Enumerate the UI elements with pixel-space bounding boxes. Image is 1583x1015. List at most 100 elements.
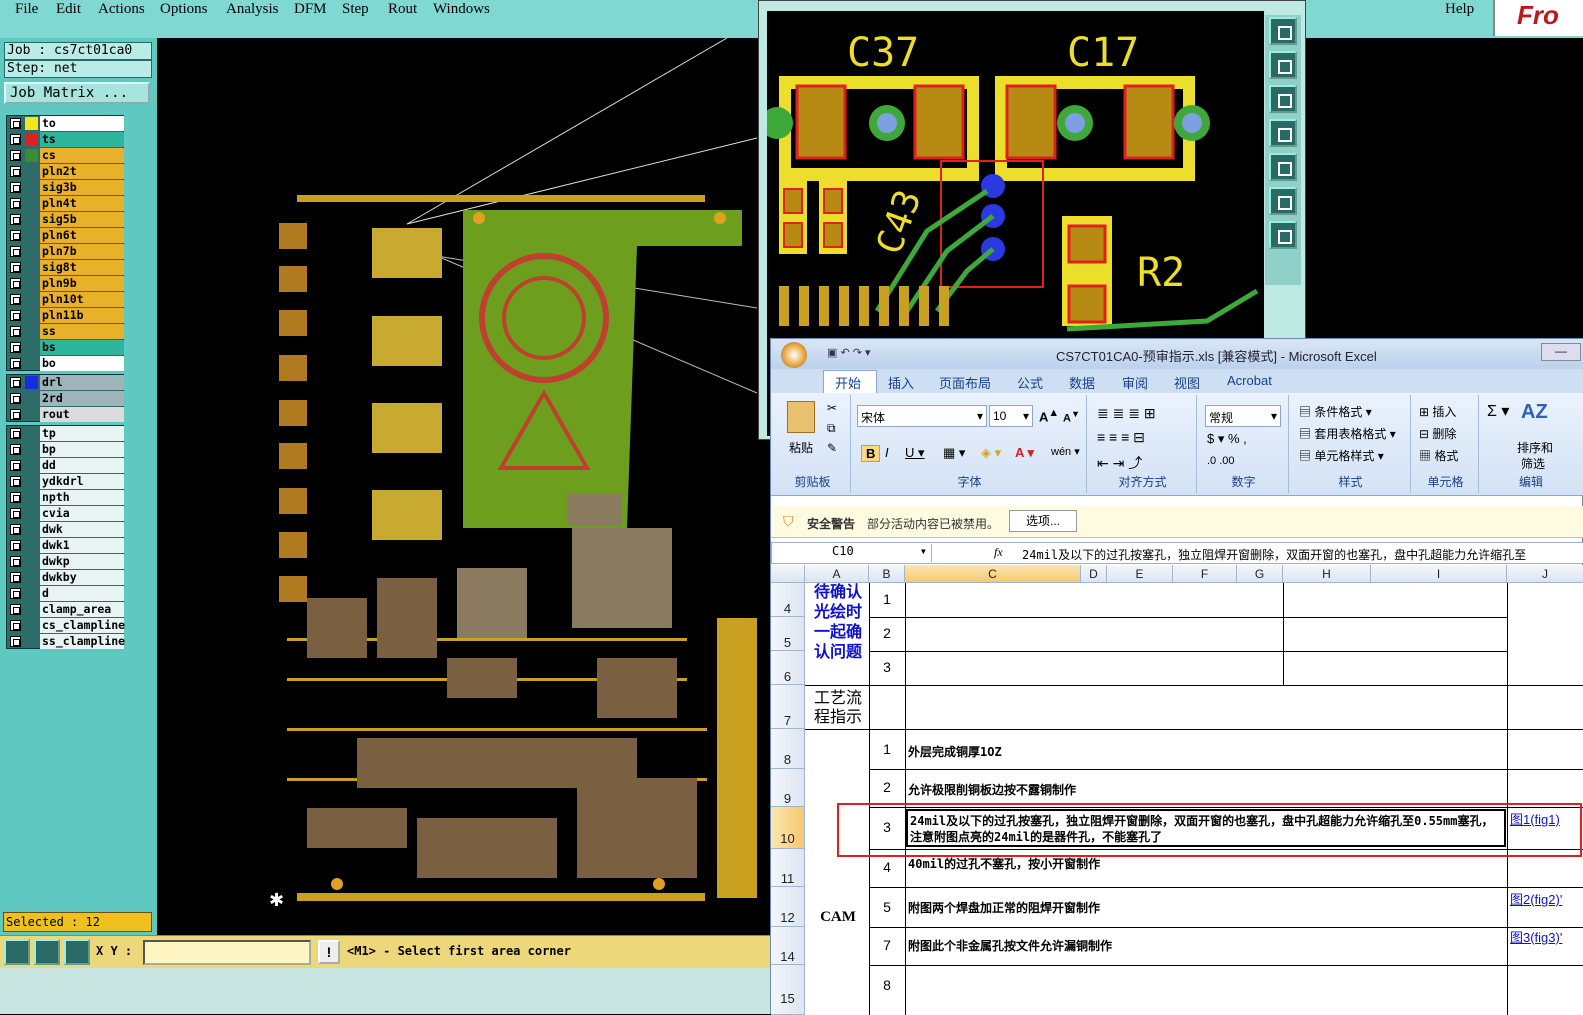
link-fig2[interactable]: 图2(fig2)' xyxy=(1510,891,1582,908)
layer-row-rout[interactable]: rout xyxy=(7,407,125,422)
layer-color-swatch[interactable] xyxy=(25,619,38,632)
cell-b14[interactable]: 7 xyxy=(869,937,905,953)
layer-color-swatch[interactable] xyxy=(25,443,38,456)
layer-name[interactable]: dwk xyxy=(40,522,124,537)
paste-label[interactable]: 粘贴 xyxy=(789,439,813,456)
layer-checkbox[interactable] xyxy=(10,393,21,404)
layer-checkbox[interactable] xyxy=(10,182,21,193)
layer-name[interactable]: drl xyxy=(40,375,124,390)
cell-c9[interactable]: 允许极限削铜板边按不露铜制作 xyxy=(908,781,1076,798)
layer-name[interactable]: pln6t xyxy=(40,228,124,243)
copy-icon[interactable]: ⧉ xyxy=(827,421,836,436)
column-header-c[interactable]: C xyxy=(905,565,1081,583)
tab-formulas[interactable]: 公式 xyxy=(1017,373,1043,392)
row-header-5[interactable]: 5 xyxy=(771,617,805,651)
menu-actions[interactable]: Actions xyxy=(98,1,145,18)
currency-icon[interactable]: $ ▾ % , xyxy=(1207,431,1247,447)
tab-page-layout[interactable]: 页面布局 xyxy=(939,373,991,392)
layer-color-swatch[interactable] xyxy=(25,165,38,178)
grow-font-icon[interactable]: A▲ xyxy=(1039,407,1059,424)
layer-name[interactable]: pln7b xyxy=(40,244,124,259)
layer-checkbox[interactable] xyxy=(10,572,21,583)
layer-checkbox[interactable] xyxy=(10,428,21,439)
xy-input[interactable] xyxy=(143,940,311,965)
cut-icon[interactable]: ✂ xyxy=(827,401,837,415)
layer-checkbox[interactable] xyxy=(10,166,21,177)
layer-row-bp[interactable]: bp xyxy=(7,442,125,457)
layer-name[interactable]: tp xyxy=(40,426,124,441)
layer-row-cvia[interactable]: cvia xyxy=(7,506,125,521)
font-name-select[interactable]: 宋体 ▾ xyxy=(857,405,987,427)
layer-row-clamp_area[interactable]: clamp_area xyxy=(7,602,125,617)
layer-color-swatch[interactable] xyxy=(25,117,38,130)
column-header-g[interactable]: G xyxy=(1237,565,1283,583)
italic-button[interactable]: I xyxy=(885,445,889,460)
layer-checkbox[interactable] xyxy=(10,492,21,503)
column-header-e[interactable]: E xyxy=(1107,565,1173,583)
layer-row-pln4t[interactable]: pln4t xyxy=(7,196,125,211)
layer-name[interactable]: sig8t xyxy=(40,260,124,275)
layer-color-swatch[interactable] xyxy=(25,475,38,488)
layer-checkbox[interactable] xyxy=(10,358,21,369)
menu-file[interactable]: File xyxy=(15,1,38,18)
layer-row-2rd[interactable]: 2rd xyxy=(7,391,125,406)
layer-row-pln11b[interactable]: pln11b xyxy=(7,308,125,323)
sum-icon[interactable]: Σ ▾ xyxy=(1487,401,1509,421)
zoom-area-icon[interactable] xyxy=(4,939,30,965)
align-top-icon[interactable]: ≣ ≣ ≣ ⊞ xyxy=(1097,405,1156,422)
layer-color-swatch[interactable] xyxy=(25,459,38,472)
job-matrix-button[interactable]: Job Matrix ... xyxy=(4,82,150,104)
row-header-9[interactable]: 9 xyxy=(771,769,805,807)
layer-name[interactable]: ts xyxy=(40,132,124,147)
bold-button[interactable]: B xyxy=(861,445,881,462)
layer-name[interactable]: d xyxy=(40,586,124,601)
layer-color-swatch[interactable] xyxy=(25,341,38,354)
number-format-select[interactable]: 常规 ▾ xyxy=(1205,405,1281,427)
layer-name[interactable]: pln9b xyxy=(40,276,124,291)
layer-color-swatch[interactable] xyxy=(25,357,38,370)
column-header-d[interactable]: D xyxy=(1081,565,1107,583)
layer-color-swatch[interactable] xyxy=(25,555,38,568)
layer-checkbox[interactable] xyxy=(10,310,21,321)
layer-checkbox[interactable] xyxy=(10,604,21,615)
layer-checkbox[interactable] xyxy=(10,150,21,161)
layer-name[interactable]: sig5b xyxy=(40,212,124,227)
layer-color-swatch[interactable] xyxy=(25,603,38,616)
indent-icon[interactable]: ⇤ ⇥ ⤴ xyxy=(1097,453,1142,473)
pcb-graphic-canvas[interactable]: ✱ xyxy=(157,38,770,935)
warning-icon[interactable]: ! xyxy=(318,940,340,964)
layer-name[interactable]: cs_clampline xyxy=(40,618,125,633)
menu-rout[interactable]: Rout xyxy=(388,1,417,18)
font-size-select[interactable]: 10 ▾ xyxy=(989,405,1033,427)
layer-checkbox[interactable] xyxy=(10,278,21,289)
layer-checkbox[interactable] xyxy=(10,230,21,241)
zoom-tool-5-icon[interactable] xyxy=(1269,153,1297,181)
layer-color-swatch[interactable] xyxy=(25,149,38,162)
layer-name[interactable]: pln10t xyxy=(40,292,124,307)
menu-help[interactable]: Help xyxy=(1445,1,1474,18)
cell-b8[interactable]: 1 xyxy=(869,741,905,757)
layer-color-swatch[interactable] xyxy=(25,309,38,322)
layer-row-sig8t[interactable]: sig8t xyxy=(7,260,125,275)
cell-b11[interactable]: 4 xyxy=(869,859,905,875)
menu-edit[interactable]: Edit xyxy=(56,1,81,18)
select-all-corner[interactable] xyxy=(771,565,805,583)
layer-color-swatch[interactable] xyxy=(25,392,38,405)
layer-row-d[interactable]: d xyxy=(7,586,125,601)
layer-checkbox[interactable] xyxy=(10,476,21,487)
layer-color-swatch[interactable] xyxy=(25,261,38,274)
layer-name[interactable]: 2rd xyxy=(40,391,124,406)
layer-color-swatch[interactable] xyxy=(25,408,38,421)
layer-row-bo[interactable]: bo xyxy=(7,356,125,371)
zoom-tool-4-icon[interactable] xyxy=(1269,119,1297,147)
layer-checkbox[interactable] xyxy=(10,198,21,209)
layer-row-npth[interactable]: npth xyxy=(7,490,125,505)
layer-name[interactable]: ydkdrl xyxy=(40,474,124,489)
row-header-4[interactable]: 4 xyxy=(771,583,805,617)
tab-data[interactable]: 数据 xyxy=(1069,373,1095,392)
delete-cells-button[interactable]: ⊟ 删除 xyxy=(1419,425,1456,442)
zoom-tool-7-icon[interactable] xyxy=(1269,221,1297,249)
layer-row-to[interactable]: to xyxy=(7,116,125,131)
layer-row-cs_clampline[interactable]: cs_clampline xyxy=(7,618,125,633)
zoom-tool-3-icon[interactable] xyxy=(1269,85,1297,113)
